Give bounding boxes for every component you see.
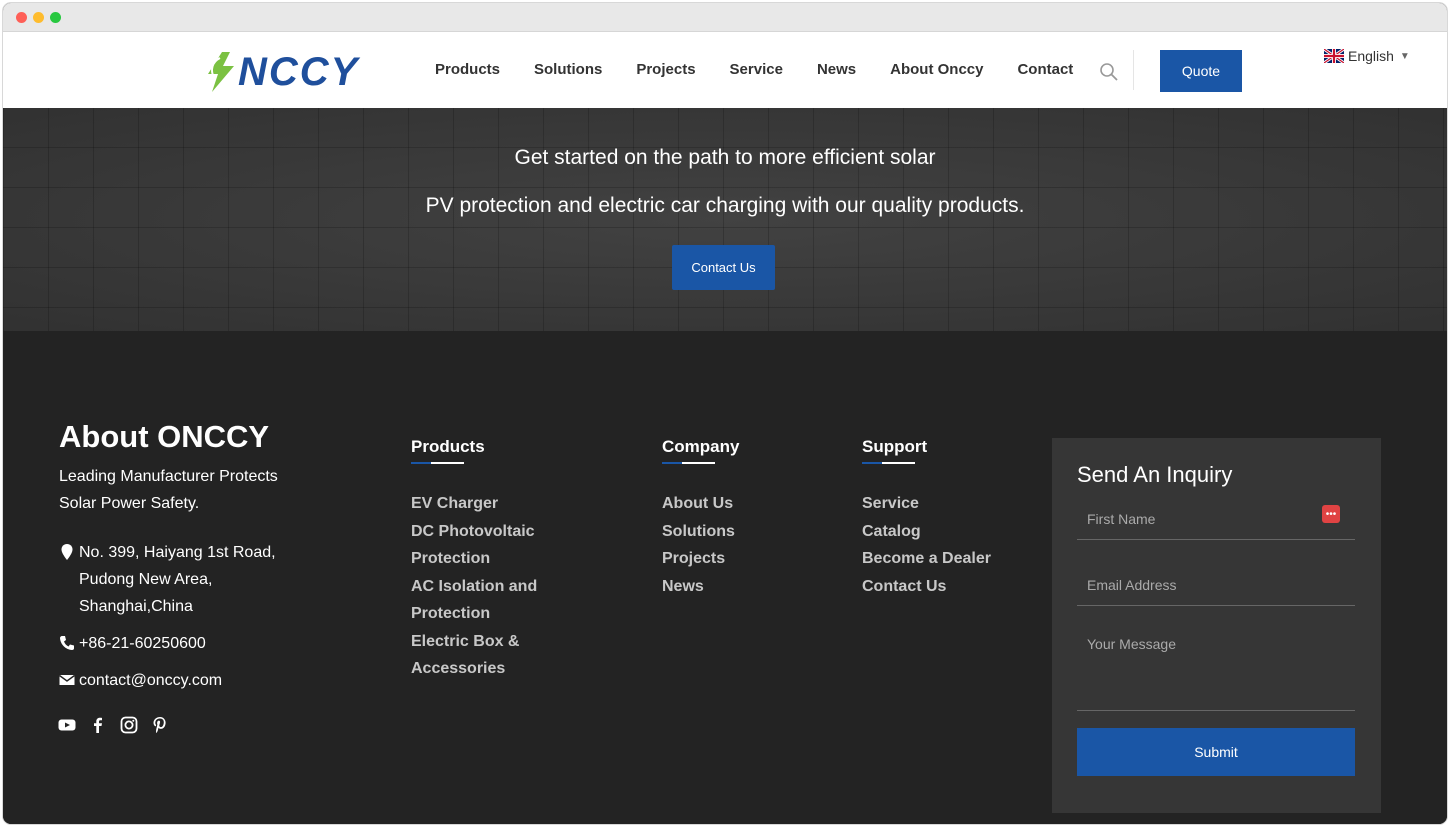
nav-item-contact[interactable]: Contact (1017, 61, 1073, 78)
site-header: NCCY Products Solutions Projects Service… (3, 32, 1447, 108)
link-contact-us[interactable]: Contact Us (862, 573, 991, 601)
column-underline (662, 462, 715, 464)
link-electric-box-accessories[interactable]: Electric Box & Accessories (411, 628, 571, 683)
submit-button[interactable]: Submit (1077, 728, 1355, 776)
link-dc-photovoltaic-protection[interactable]: DC Photovoltaic Protection (411, 518, 571, 573)
banner-subheadline: PV protection and electric car charging … (425, 194, 1025, 217)
footer-email[interactable]: contact@onccy.com (59, 667, 222, 694)
column-underline (411, 462, 464, 464)
address-text: No. 399, Haiyang 1st Road, Pudong New Ar… (79, 544, 276, 615)
nav-item-news[interactable]: News (817, 61, 856, 78)
nav-item-service[interactable]: Service (730, 61, 783, 78)
nav-item-projects[interactable]: Projects (636, 61, 695, 78)
maximize-window-button[interactable] (50, 12, 61, 23)
link-news[interactable]: News (662, 573, 739, 601)
lightning-logo-icon (208, 52, 234, 92)
inquiry-title: Send An Inquiry (1077, 462, 1233, 487)
banner-headline: Get started on the path to more efficien… (514, 146, 936, 169)
language-selector[interactable]: English ▼ (1324, 48, 1410, 64)
youtube-icon[interactable] (58, 716, 76, 734)
main-nav: Products Solutions Projects Service News… (435, 61, 1107, 78)
window-titlebar (3, 3, 1447, 32)
company-links: About Us Solutions Projects News (662, 490, 739, 600)
column-underline (862, 462, 915, 464)
cta-banner: Get started on the path to more efficien… (3, 108, 1447, 331)
uk-flag-icon (1324, 49, 1344, 63)
browser-window: NCCY Products Solutions Projects Service… (3, 3, 1447, 824)
inquiry-form: Send An Inquiry ••• Submit (1052, 438, 1381, 813)
close-window-button[interactable] (16, 12, 27, 23)
pinterest-icon[interactable] (151, 716, 169, 734)
language-label: English (1348, 48, 1394, 64)
column-title-support: Support (862, 437, 928, 456)
support-links: Service Catalog Become a Dealer Contact … (862, 490, 991, 600)
contact-us-button[interactable]: Contact Us (672, 245, 775, 290)
link-service[interactable]: Service (862, 490, 991, 518)
link-become-a-dealer[interactable]: Become a Dealer (862, 545, 991, 573)
envelope-icon (59, 674, 75, 685)
footer-about-title: About ONCCY (59, 419, 270, 454)
instagram-icon[interactable] (120, 716, 138, 734)
autofill-key-icon[interactable]: ••• (1322, 505, 1340, 523)
facebook-icon[interactable] (89, 716, 107, 734)
link-solutions[interactable]: Solutions (662, 518, 739, 546)
footer-column-products: Products EV Charger DC Photovoltaic Prot… (411, 437, 571, 683)
first-name-input[interactable] (1077, 498, 1355, 540)
products-links: EV Charger DC Photovoltaic Protection AC… (411, 490, 571, 683)
site-logo[interactable]: NCCY (206, 50, 366, 94)
social-links (58, 716, 182, 734)
column-title-products: Products (411, 437, 485, 456)
header-divider (1133, 50, 1134, 90)
link-catalog[interactable]: Catalog (862, 518, 991, 546)
message-textarea[interactable] (1077, 622, 1355, 711)
email-text: contact@onccy.com (79, 672, 223, 689)
nav-item-solutions[interactable]: Solutions (534, 61, 602, 78)
quote-button[interactable]: Quote (1160, 50, 1242, 92)
phone-icon (60, 636, 74, 650)
link-ac-isolation-protection[interactable]: AC Isolation and Protection (411, 573, 571, 628)
footer-address: No. 399, Haiyang 1st Road, Pudong New Ar… (59, 539, 299, 620)
link-projects[interactable]: Projects (662, 545, 739, 573)
email-address-input[interactable] (1077, 564, 1355, 606)
phone-text: +86-21-60250600 (79, 635, 206, 652)
nav-item-products[interactable]: Products (435, 61, 500, 78)
site-footer: About ONCCY Leading Manufacturer Protect… (3, 331, 1447, 824)
footer-column-support: Support Service Catalog Become a Dealer … (862, 437, 991, 600)
map-pin-icon (61, 544, 73, 560)
caret-down-icon: ▼ (1399, 50, 1410, 62)
logo-text: NCCY (238, 49, 360, 94)
link-about-us[interactable]: About Us (662, 490, 739, 518)
footer-column-company: Company About Us Solutions Projects News (662, 437, 739, 600)
footer-about-description: Leading Manufacturer Protects Solar Powe… (59, 468, 278, 512)
minimize-window-button[interactable] (33, 12, 44, 23)
link-ev-charger[interactable]: EV Charger (411, 490, 571, 518)
search-icon[interactable] (1099, 62, 1119, 82)
nav-item-about[interactable]: About Onccy (890, 61, 983, 78)
footer-phone[interactable]: +86-21-60250600 (59, 630, 206, 657)
column-title-company: Company (662, 437, 740, 456)
